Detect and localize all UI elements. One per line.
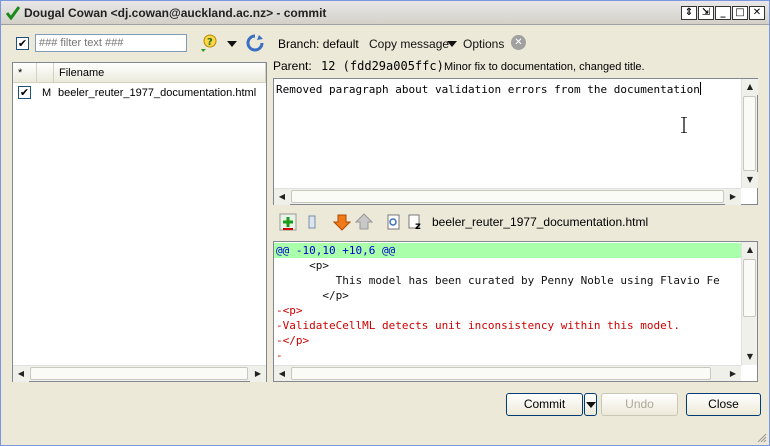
next-chunk-icon[interactable]: [333, 213, 351, 231]
message-hscrollbar[interactable]: ◀ ▶: [274, 188, 741, 205]
column-header-selected[interactable]: *: [13, 63, 37, 83]
select-all-checkbox[interactable]: ✔: [16, 37, 29, 50]
close-button[interactable]: Close: [686, 393, 761, 416]
file-name: beeler_reuter_1977_documentation.html: [58, 87, 257, 99]
scroll-down-icon[interactable]: ▼: [742, 349, 757, 365]
scroll-up-icon[interactable]: ▲: [742, 242, 757, 258]
help-refresh-icon[interactable]: ?: [199, 33, 219, 53]
commit-message-editor[interactable]: Removed paragraph about validation error…: [273, 78, 758, 205]
text-cursor-icon: [681, 117, 687, 133]
parent-label: Parent:: [273, 59, 312, 73]
file-row[interactable]: ✔ M beeler_reuter_1977_documentation.htm…: [13, 84, 266, 102]
toolbar: ✔ ? Branch: default Copy message Options: [1, 29, 769, 57]
diff-view[interactable]: @@ -10,10 +10,6 @@ <p> This model has be…: [273, 241, 758, 382]
refresh-icon[interactable]: [245, 33, 265, 53]
diff-hunk-header: @@ -10,10 +10,6 @@: [274, 243, 742, 258]
title-bar[interactable]: Dougal Cowan <dj.cowan@auckland.ac.nz> -…: [1, 1, 769, 25]
column-header-status[interactable]: [37, 63, 54, 83]
file-list-header: * Filename: [13, 63, 266, 83]
text-caret: [699, 82, 701, 95]
scroll-right-icon[interactable]: ▶: [725, 189, 741, 205]
file-list-hscrollbar[interactable]: ◀ ▶: [13, 365, 266, 382]
checkmark-icon: [6, 6, 20, 20]
scroll-right-icon[interactable]: ▶: [250, 366, 266, 382]
column-header-filename[interactable]: Filename: [54, 63, 266, 83]
file-diff-icon[interactable]: z: [407, 213, 425, 231]
parent-revision: 12 (fdd29a005ffc): [321, 59, 444, 73]
file-list-hscroll-thumb[interactable]: [30, 367, 248, 380]
scroll-down-icon[interactable]: ▼: [742, 172, 758, 188]
diff-removed-line: -ValidateCellML detects unit inconsisten…: [276, 319, 680, 332]
message-vscrollbar[interactable]: ▲ ▼: [741, 79, 758, 188]
clear-filter-icon[interactable]: ✕: [511, 35, 526, 50]
branch-label: Branch: default: [278, 37, 359, 51]
scroll-right-icon[interactable]: ▶: [725, 366, 741, 381]
message-vscroll-thumb[interactable]: [743, 96, 756, 171]
diff-vscrollbar[interactable]: ▲ ▼: [741, 242, 757, 365]
filter-input[interactable]: [35, 34, 187, 52]
previous-chunk-icon[interactable]: [355, 213, 373, 231]
remove-chunk-icon[interactable]: [303, 213, 321, 231]
scroll-left-icon[interactable]: ◀: [274, 189, 290, 205]
window-close-button[interactable]: ✕: [749, 6, 765, 20]
commit-dropdown-arrow-icon: [586, 402, 596, 408]
commit-window: Dougal Cowan <dj.cowan@auckland.ac.nz> -…: [0, 0, 770, 446]
message-hscroll-thumb[interactable]: [291, 190, 724, 203]
commit-button[interactable]: Commit: [506, 393, 583, 416]
file-checkbox[interactable]: ✔: [18, 86, 31, 99]
diff-removed-line: -</p>: [276, 334, 310, 347]
file-status: M: [42, 87, 52, 99]
window-title: Dougal Cowan <dj.cowan@auckland.ac.nz> -…: [24, 6, 327, 20]
scroll-left-icon[interactable]: ◀: [274, 366, 290, 381]
diff-context-line: This model has been curated by Penny Nob…: [276, 274, 720, 287]
commit-options-button[interactable]: [584, 393, 597, 416]
svg-text:?: ?: [207, 37, 213, 48]
undo-button[interactable]: Undo: [601, 393, 678, 416]
svg-text:z: z: [415, 221, 421, 231]
window-minimize-button[interactable]: _: [715, 6, 731, 20]
resize-grip-icon[interactable]: [757, 433, 767, 443]
window-tile-button[interactable]: ⇲: [698, 6, 714, 20]
diff-vscroll-thumb[interactable]: [743, 259, 756, 317]
parent-description: Minor fix to documentation, changed titl…: [444, 61, 645, 73]
copy-message-dropdown-icon[interactable]: [447, 41, 457, 47]
diff-hscrollbar[interactable]: ◀ ▶: [274, 365, 741, 381]
diff-removed-line: -<p>: [276, 304, 303, 317]
options-menu[interactable]: Options: [463, 37, 504, 51]
scroll-left-icon[interactable]: ◀: [13, 366, 29, 382]
diff-toolbar: z beeler_reuter_1977_documentation.html: [273, 209, 758, 235]
window-maximize-button[interactable]: □: [732, 6, 748, 20]
commit-message-text[interactable]: Removed paragraph about validation error…: [276, 82, 701, 96]
diff-hscroll-thumb[interactable]: [291, 367, 711, 380]
diff-context-line: </p>: [276, 289, 349, 302]
view-file-icon[interactable]: [385, 213, 403, 231]
diff-context-line: <p>: [276, 259, 329, 272]
scroll-up-icon[interactable]: ▲: [742, 79, 758, 95]
file-list: * Filename ✔ M beeler_reuter_1977_docume…: [12, 62, 267, 382]
window-shade-button[interactable]: ⇕: [681, 6, 697, 20]
help-dropdown-arrow-icon[interactable]: [227, 41, 237, 47]
diff-removed-line: -: [276, 349, 283, 362]
copy-message-menu[interactable]: Copy message: [369, 37, 449, 51]
add-chunk-icon[interactable]: [279, 213, 297, 231]
diff-file-name: beeler_reuter_1977_documentation.html: [432, 215, 649, 229]
